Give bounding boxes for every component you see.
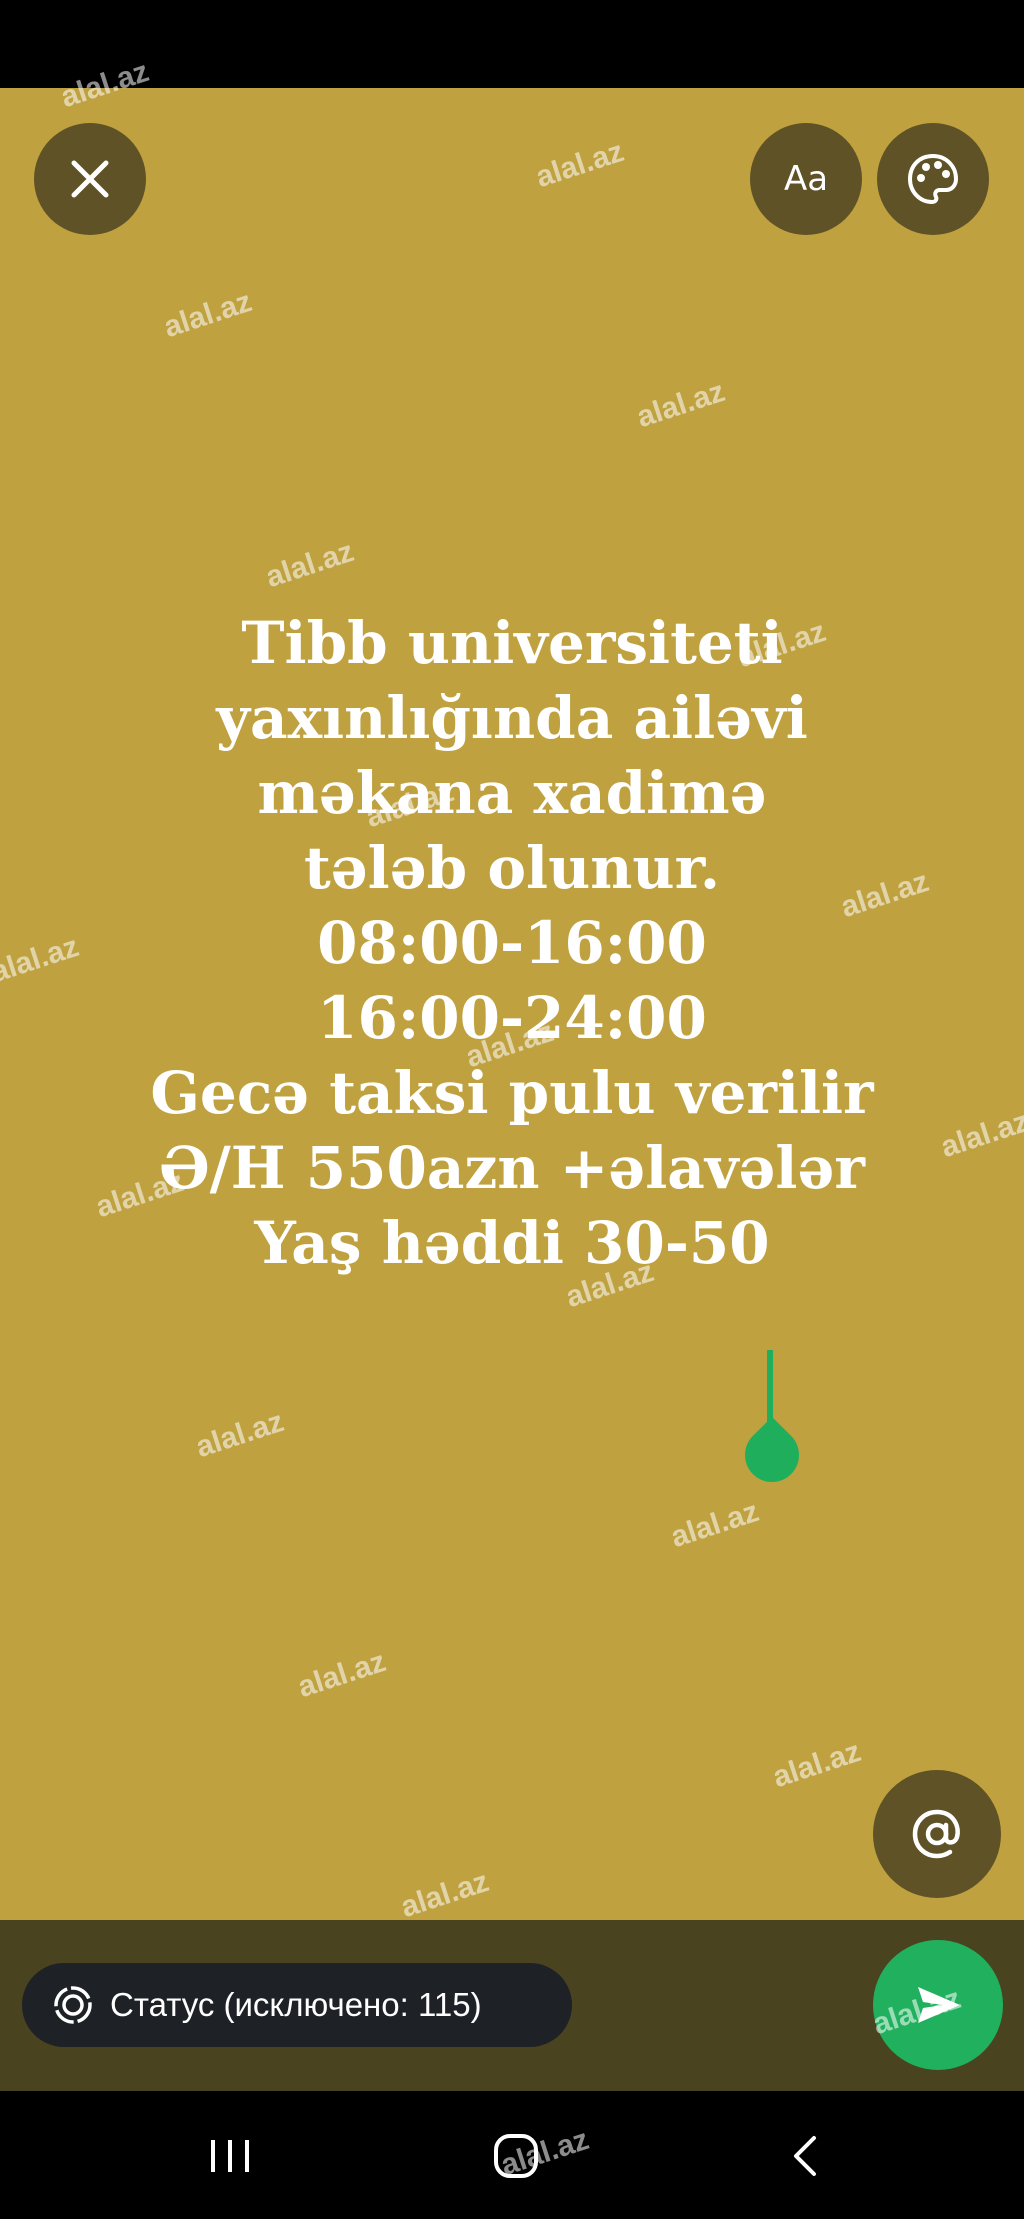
status-ring-icon [54,1986,92,2024]
status-editor-canvas[interactable]: Aa Tibb universiteti yaxınlığında ailəvi… [0,55,1024,1924]
close-button[interactable] [34,123,146,235]
nav-home-button[interactable] [476,2121,556,2191]
status-text-line: məkana xadimə [257,759,767,827]
status-text-line: 08:00-16:00 [317,909,707,977]
nav-back-button[interactable] [764,2121,844,2191]
send-button[interactable] [873,1940,1003,2070]
watermark: alal.az [396,1864,493,1925]
mention-button[interactable] [873,1770,1001,1898]
status-text-line: Tibb universiteti [241,609,783,677]
status-text-line: yaxınlığında ailəvi [216,684,808,752]
status-text-line: Gecə taksi pulu verilir [150,1059,874,1127]
recents-icon [211,2140,249,2172]
audience-selector[interactable]: Статус (исключено: 115) [22,1963,572,2047]
home-icon [494,2134,538,2178]
watermark: alal.az [159,284,256,345]
share-panel: Статус (исключено: 115) alal.az [0,1920,1024,2091]
text-style-icon: Aa [783,159,829,199]
at-sign-icon [912,1809,960,1859]
cursor-handle[interactable] [733,1416,811,1494]
palette-icon [907,153,959,205]
watermark: alal.az [666,1494,763,1555]
color-palette-button[interactable] [877,123,989,235]
status-text-line: Yaş həddi 30-50 [254,1209,770,1277]
watermark: alal.az [632,374,729,435]
audience-label: Статус (исключено: 115) [110,1986,482,2023]
watermark: alal.az [768,1734,865,1795]
status-bar [0,0,1024,88]
status-text-line: 16:00-24:00 [317,984,707,1052]
status-text-line: tələb olunur. [303,834,721,902]
watermark: alal.az [293,1644,390,1705]
font-style-button[interactable]: Aa [750,123,862,235]
send-icon [918,1987,960,2023]
status-text[interactable]: Tibb universiteti yaxınlığında ailəvi mə… [0,606,1024,1281]
nav-recents-button[interactable] [190,2121,270,2191]
system-navigation-bar: alal.az [0,2091,1024,2219]
watermark: alal.az [261,534,358,595]
back-icon [794,2136,816,2176]
status-text-line: Ə/H 550azn +əlavələr [159,1134,865,1202]
watermark: alal.az [531,134,628,195]
close-icon [71,160,109,198]
watermark: alal.az [191,1404,288,1465]
